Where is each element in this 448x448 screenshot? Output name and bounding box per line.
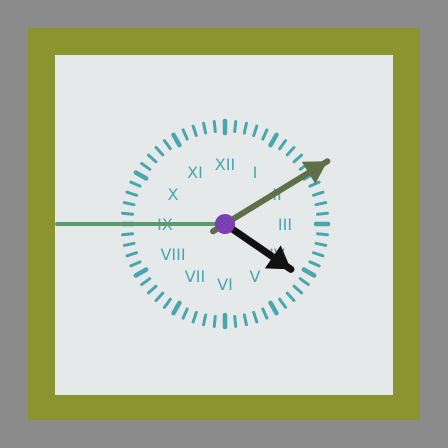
minute-tick — [233, 120, 238, 134]
minute-tick — [292, 284, 304, 295]
numeral-x: X — [168, 185, 179, 204]
minute-tick — [308, 180, 321, 188]
minute-tick — [191, 124, 198, 138]
numeral-xii: XII — [215, 155, 235, 174]
minute-tick — [140, 161, 152, 171]
minute-tick — [122, 201, 136, 207]
minute-tick — [278, 139, 288, 151]
minute-tick — [252, 310, 259, 324]
hour-tick — [301, 267, 317, 278]
minute-tick — [242, 121, 248, 135]
minute-tick — [202, 313, 208, 327]
minute-tick — [146, 153, 158, 164]
minute-tick — [121, 211, 135, 216]
minute-tick — [298, 277, 310, 287]
minute-tick — [122, 241, 136, 247]
minute-tick — [292, 153, 304, 164]
minute-tick — [140, 277, 152, 287]
minute-tick — [285, 145, 296, 157]
minute-tick — [261, 307, 269, 320]
minute-tick — [233, 314, 238, 328]
hour-tick — [171, 132, 182, 148]
minute-tick — [121, 232, 135, 237]
numeral-v: V — [250, 267, 261, 286]
numeral-i: I — [253, 163, 258, 182]
numeral-vii: VII — [185, 267, 205, 286]
minute-tick — [285, 291, 296, 303]
numeral-iii: III — [278, 215, 292, 234]
numeral-vi: VI — [217, 275, 233, 294]
hour-tick — [268, 300, 279, 316]
minute-tick — [162, 139, 172, 151]
minute-tick — [212, 120, 217, 134]
minute-tick — [308, 260, 321, 268]
minute-tick — [191, 310, 198, 324]
minute-tick — [252, 124, 259, 138]
minute-tick — [212, 314, 217, 328]
minute-tick — [311, 251, 325, 258]
minute-tick — [154, 145, 165, 157]
minute-tick — [242, 313, 248, 327]
minute-tick — [154, 291, 165, 303]
hour-tick — [171, 300, 182, 316]
hour-tick — [133, 267, 149, 278]
minute-tick — [125, 251, 139, 258]
minute-tick — [315, 232, 329, 237]
hour-tick — [268, 132, 279, 148]
minute-tick — [181, 128, 189, 141]
minute-tick — [202, 121, 208, 135]
analog-clock: IIIIIIIVVVIVIIVIIIIXXXIXII — [55, 118, 331, 330]
minute-tick — [181, 307, 189, 320]
hour-tick — [133, 170, 149, 181]
numeral-xi: XI — [187, 163, 203, 182]
minute-tick — [311, 190, 325, 197]
minute-tick — [278, 297, 288, 309]
minute-tick — [315, 211, 329, 216]
minute-tick — [162, 297, 172, 309]
minute-tick — [261, 128, 269, 141]
minute-tick — [146, 284, 158, 295]
minute-tick — [314, 241, 328, 247]
minute-tick — [129, 180, 142, 188]
center-cap — [215, 214, 235, 234]
minute-tick — [314, 201, 328, 207]
minute-tick — [125, 190, 139, 197]
minute-tick — [129, 260, 142, 268]
numeral-viii: VIII — [160, 245, 185, 264]
